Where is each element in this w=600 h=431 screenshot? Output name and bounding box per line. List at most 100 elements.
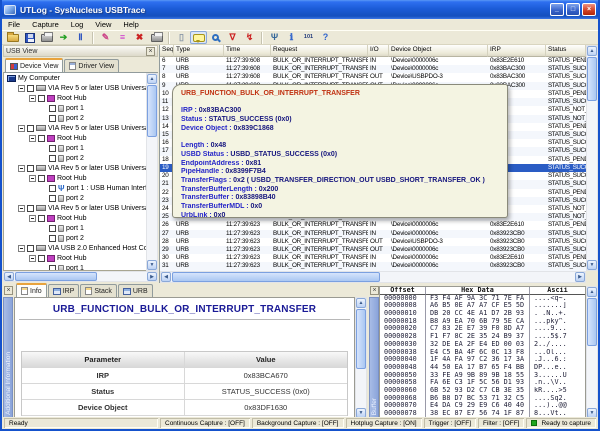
usb-view-close-icon[interactable]: × bbox=[146, 47, 155, 56]
maximize-button[interactable]: □ bbox=[566, 3, 580, 16]
log-vertical-scrollbar[interactable]: ▲ ▼ bbox=[586, 45, 598, 271]
device-checkbox[interactable] bbox=[38, 255, 45, 262]
log-row[interactable]: 26URB11:27:39:623BULK_OR_INTERRUPT_TRANS… bbox=[160, 221, 586, 229]
expand-minus-icon[interactable] bbox=[18, 205, 25, 212]
column-header-io[interactable]: I/O bbox=[368, 45, 389, 57]
tree-item[interactable]: port 1 bbox=[4, 223, 157, 233]
scroll-down-icon[interactable]: ▼ bbox=[147, 260, 157, 270]
tree-horizontal-scrollbar[interactable]: ◀ ▶ bbox=[3, 271, 158, 282]
log-row[interactable]: 8URB11:27:39:608BULK_OR_INTERRUPT_TRANSF… bbox=[160, 73, 586, 81]
tree-item[interactable]: VIA Rev 5 or later USB Universal Host C bbox=[4, 123, 157, 133]
help-icon[interactable]: ? bbox=[317, 31, 334, 44]
column-header-seq[interactable]: Seq bbox=[160, 45, 174, 57]
scroll-up-icon[interactable]: ▲ bbox=[587, 287, 597, 297]
log-hscroll-thumb[interactable] bbox=[172, 272, 380, 282]
tab-irp[interactable]: IRP bbox=[48, 284, 80, 297]
device-checkbox[interactable] bbox=[49, 115, 56, 122]
tree-item[interactable]: port 2 bbox=[4, 153, 157, 163]
tooltip-toggle-icon[interactable] bbox=[190, 31, 207, 44]
trigger-icon[interactable]: ↯ bbox=[241, 31, 258, 44]
expand-minus-icon[interactable] bbox=[29, 175, 36, 182]
device-checkbox[interactable] bbox=[49, 105, 56, 112]
column-header-status[interactable]: Status bbox=[546, 45, 586, 57]
menu-file[interactable]: File bbox=[2, 19, 26, 30]
expand-minus-icon[interactable] bbox=[18, 165, 25, 172]
info-icon[interactable]: ℹ bbox=[283, 31, 300, 44]
log-row[interactable]: 7URB11:27:39:608BULK_OR_INTERRUPT_TRANSF… bbox=[160, 65, 586, 73]
scroll-up-icon[interactable]: ▲ bbox=[147, 74, 157, 84]
column-header-request[interactable]: Request bbox=[271, 45, 368, 57]
menu-log[interactable]: Log bbox=[65, 19, 90, 30]
tree-item[interactable]: Ψport 1 : USB Human Interface D bbox=[4, 183, 157, 193]
menu-help[interactable]: Help bbox=[117, 19, 144, 30]
column-header-type[interactable]: Type bbox=[174, 45, 224, 57]
tab-info[interactable]: Info bbox=[16, 283, 47, 297]
scroll-right-icon[interactable]: ▶ bbox=[575, 272, 585, 282]
scroll-up-icon[interactable]: ▲ bbox=[356, 298, 366, 308]
tree-item[interactable]: VIA USB 2.0 Enhanced Host Controller bbox=[4, 243, 157, 253]
buffer-vscroll-thumb[interactable] bbox=[587, 298, 597, 346]
buffer-panel-close-icon[interactable]: × bbox=[370, 286, 379, 295]
close-button[interactable]: × bbox=[582, 3, 596, 16]
log-row[interactable]: 29URB11:27:39:623BULK_OR_INTERRUPT_TRANS… bbox=[160, 246, 586, 254]
tree-item[interactable]: Root Hub bbox=[4, 253, 157, 263]
device-checkbox[interactable] bbox=[38, 135, 45, 142]
tab-stack[interactable]: Stack bbox=[80, 284, 117, 297]
tree-vscroll-thumb[interactable] bbox=[147, 85, 157, 137]
buffer-vertical-scrollbar[interactable]: ▲ ▼ bbox=[586, 286, 598, 419]
tree-item[interactable]: port 1 bbox=[4, 263, 157, 271]
export-log-icon[interactable] bbox=[38, 31, 55, 44]
expand-minus-icon[interactable] bbox=[18, 125, 25, 132]
log-row[interactable]: 28URB11:27:39:623BULK_OR_INTERRUPT_TRANS… bbox=[160, 238, 586, 246]
tree-item[interactable]: Root Hub bbox=[4, 133, 157, 143]
device-checkbox[interactable] bbox=[49, 235, 56, 242]
scroll-right-icon[interactable]: ▶ bbox=[147, 272, 157, 281]
device-checkbox[interactable] bbox=[27, 205, 34, 212]
tab-urb[interactable]: URB bbox=[118, 284, 153, 297]
tree-item[interactable]: port 2 bbox=[4, 113, 157, 123]
tree-hscroll-thumb[interactable] bbox=[15, 272, 97, 281]
scroll-down-icon[interactable]: ▼ bbox=[587, 260, 597, 270]
edit-log-icon[interactable]: ✎ bbox=[97, 31, 114, 44]
expand-minus-icon[interactable] bbox=[29, 95, 36, 102]
log-row[interactable]: 30URB11:27:39:623BULK_OR_INTERRUPT_TRANS… bbox=[160, 254, 586, 262]
tree-item[interactable]: port 1 bbox=[4, 143, 157, 153]
device-checkbox[interactable] bbox=[49, 155, 56, 162]
scroll-up-icon[interactable]: ▲ bbox=[587, 46, 597, 56]
expand-minus-icon[interactable] bbox=[18, 85, 25, 92]
log-row[interactable]: 31URB11:27:39:623BULK_OR_INTERRUPT_TRANS… bbox=[160, 262, 586, 270]
info-panel-close-icon[interactable]: × bbox=[4, 286, 13, 295]
open-log-icon[interactable] bbox=[4, 31, 21, 44]
tree-item[interactable]: Root Hub bbox=[4, 213, 157, 223]
device-checkbox[interactable] bbox=[27, 165, 34, 172]
column-header-deviceobject[interactable]: Device Object bbox=[389, 45, 488, 57]
expand-minus-icon[interactable] bbox=[29, 135, 36, 142]
log-vscroll-thumb[interactable] bbox=[587, 57, 597, 101]
scroll-left-icon[interactable]: ◀ bbox=[161, 272, 171, 282]
column-header-irp[interactable]: IRP bbox=[488, 45, 546, 57]
tree-item[interactable]: VIA Rev 5 or later USB Universal Host C bbox=[4, 83, 157, 93]
tab-driver-view[interactable]: Driver View bbox=[64, 59, 119, 72]
expand-minus-icon[interactable] bbox=[29, 215, 36, 222]
tree-vertical-scrollbar[interactable]: ▲ ▼ bbox=[146, 73, 158, 271]
menu-view[interactable]: View bbox=[89, 19, 117, 30]
device-checkbox[interactable] bbox=[38, 175, 45, 182]
delete-log-icon[interactable]: ✖ bbox=[131, 31, 148, 44]
find-icon[interactable] bbox=[207, 31, 224, 44]
tree-item[interactable]: port 2 bbox=[4, 193, 157, 203]
device-checkbox[interactable] bbox=[49, 195, 56, 202]
column-header-time[interactable]: Time bbox=[224, 45, 271, 57]
expand-minus-icon[interactable] bbox=[29, 255, 36, 262]
device-checkbox[interactable] bbox=[49, 185, 56, 192]
tree-item[interactable]: port 2 bbox=[4, 233, 157, 243]
save-log-icon[interactable] bbox=[21, 31, 38, 44]
device-checkbox[interactable] bbox=[27, 245, 34, 252]
pause-capture-icon[interactable]: Ⅱ bbox=[72, 31, 89, 44]
info-vscroll-thumb[interactable] bbox=[356, 309, 366, 369]
tree-item[interactable]: My Computer bbox=[4, 73, 157, 83]
device-checkbox[interactable] bbox=[38, 95, 45, 102]
log-row[interactable]: 6URB11:27:39:608BULK_OR_INTERRUPT_TRANSF… bbox=[160, 57, 586, 65]
usb-device-icon[interactable]: Ψ bbox=[266, 31, 283, 44]
tree-item[interactable]: Root Hub bbox=[4, 173, 157, 183]
device-checkbox[interactable] bbox=[49, 225, 56, 232]
